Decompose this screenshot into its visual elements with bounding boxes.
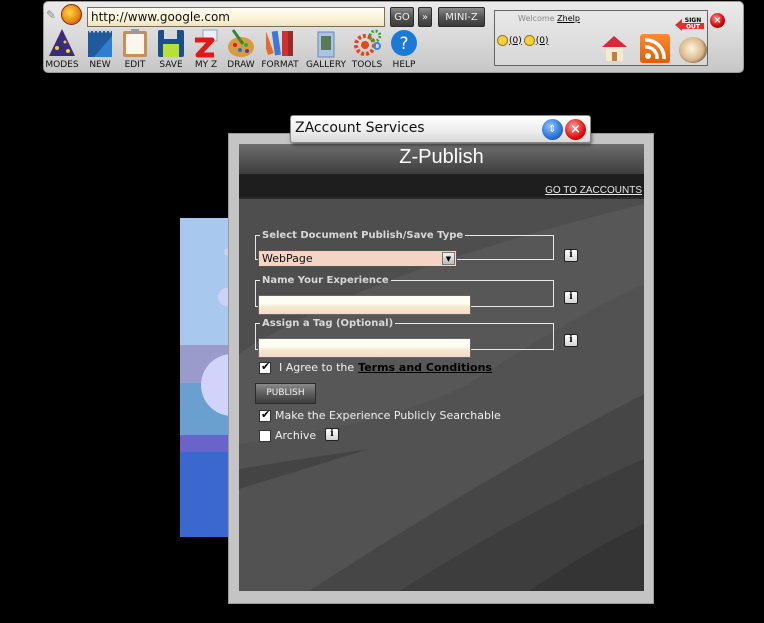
publish-type-select[interactable]: WebPage ▼ xyxy=(258,250,457,267)
tool-label: MODES xyxy=(45,60,79,70)
archive-info-button[interactable]: i xyxy=(325,428,339,441)
dialog-subbar: GO TO ZACCOUNTS xyxy=(239,174,644,199)
chevron-down-icon[interactable]: ▼ xyxy=(442,252,455,265)
app-logo-icon[interactable] xyxy=(61,4,82,25)
bee-count-link[interactable]: (0) xyxy=(509,36,522,46)
home-icon[interactable] xyxy=(599,33,629,63)
name-legend: Name Your Experience xyxy=(262,275,389,286)
publish-type-group: Select Document Publish/Save Type WebPag… xyxy=(255,230,554,267)
dialog-body: Z-Publish GO TO ZACCOUNTS Select Documen… xyxy=(239,144,644,591)
tool-edit[interactable]: EDIT xyxy=(120,28,150,72)
archive-label: Archive xyxy=(275,429,317,442)
sky-area xyxy=(180,218,232,345)
wizard-hat-icon xyxy=(49,29,75,56)
paint-palette-icon xyxy=(228,29,254,57)
pin-icon[interactable]: ✎ xyxy=(46,8,58,22)
sea-area xyxy=(180,452,232,537)
welcome-label: Welcome xyxy=(518,14,555,23)
user-panel: Welcome Zhelp (0) (0) SIGN OUT xyxy=(494,10,708,66)
minimize-toggle-icon[interactable]: ⇕ xyxy=(542,119,563,140)
my-z-icon xyxy=(195,29,218,58)
go-button[interactable]: GO xyxy=(390,7,414,27)
notification-counts: (0) (0) xyxy=(497,35,551,46)
agree-label: I Agree to the xyxy=(279,361,355,374)
avatar-icon[interactable] xyxy=(679,37,707,63)
tool-draw[interactable]: DRAW xyxy=(226,28,256,72)
tag-info-button[interactable]: i xyxy=(564,334,578,347)
tool-modes[interactable]: MODES xyxy=(44,28,80,72)
searchable-label: Make the Experience Publicly Searchable xyxy=(275,409,501,422)
tool-label: MY Z xyxy=(194,60,218,70)
notebook-icon xyxy=(88,29,112,57)
dialog-window-title: ZAccount Services xyxy=(295,120,425,136)
gallery-folder-icon xyxy=(317,31,335,58)
tool-label: TOOLS xyxy=(351,60,383,70)
tool-label: NEW xyxy=(89,60,111,70)
tag-legend: Assign a Tag (Optional) xyxy=(262,318,394,329)
main-toolbar: ✎ GO » MINI-Z MODES NEW EDIT SAVE MY Z xyxy=(43,1,744,73)
more-button[interactable]: » xyxy=(418,7,432,27)
background-canvas-image xyxy=(180,218,232,537)
tool-my-z[interactable]: MY Z xyxy=(192,28,220,72)
dialog-titlebar[interactable]: ZAccount Services ⇕ × xyxy=(290,115,591,143)
tool-save[interactable]: SAVE xyxy=(156,28,186,72)
publish-type-legend: Select Document Publish/Save Type xyxy=(262,230,464,241)
color-swatch-icon xyxy=(266,30,293,56)
sign-out-bottom-text: OUT xyxy=(686,24,701,31)
clipboard-icon xyxy=(123,29,147,57)
go-to-zaccounts-link[interactable]: GO TO ZACCOUNTS xyxy=(545,185,642,196)
tool-help[interactable]: ? HELP xyxy=(390,28,418,72)
mini-z-button[interactable]: MINI-Z xyxy=(438,7,485,27)
agree-row: I Agree to the Terms and Conditions xyxy=(259,360,492,374)
tool-label: GALLERY xyxy=(305,60,347,70)
url-input[interactable] xyxy=(87,7,385,27)
tool-label: EDIT xyxy=(124,60,146,70)
tool-format[interactable]: FORMAT xyxy=(261,28,299,72)
help-icon: ? xyxy=(391,30,417,56)
searchable-row: Make the Experience Publicly Searchable xyxy=(259,408,501,422)
archive-row: Archive xyxy=(259,429,316,442)
zpublish-dialog: Z-Publish GO TO ZACCOUNTS Select Documen… xyxy=(228,133,654,604)
tool-new[interactable]: NEW xyxy=(86,28,114,72)
message-bee-icon xyxy=(523,35,535,46)
svg-text:?: ? xyxy=(399,34,408,54)
bee-icon xyxy=(497,35,508,46)
close-icon[interactable]: × xyxy=(565,119,586,140)
floppy-disk-icon xyxy=(158,30,184,57)
message-count-link[interactable]: (0) xyxy=(536,36,549,46)
name-info-button[interactable]: i xyxy=(564,291,578,304)
rss-icon[interactable] xyxy=(640,34,670,63)
experience-name-input[interactable] xyxy=(258,295,471,315)
terms-link[interactable]: Terms and Conditions xyxy=(358,361,492,374)
name-group: Name Your Experience xyxy=(255,275,554,315)
publish-button[interactable]: PUBLISH xyxy=(255,383,316,404)
tool-tools[interactable]: TOOLS xyxy=(350,28,384,72)
dialog-header: Z-Publish xyxy=(239,144,644,174)
sign-out-icon[interactable]: SIGN OUT xyxy=(675,15,705,31)
tool-label: FORMAT xyxy=(261,60,299,70)
username-link[interactable]: Zhelp xyxy=(557,14,580,23)
welcome-text: Welcome Zhelp xyxy=(518,14,580,23)
publish-type-info-button[interactable]: i xyxy=(564,249,578,262)
tool-gallery[interactable]: GALLERY xyxy=(306,28,346,72)
tag-group: Assign a Tag (Optional) xyxy=(255,318,554,358)
tag-input[interactable] xyxy=(258,338,471,358)
tool-label: DRAW xyxy=(227,60,255,70)
publish-type-value: WebPage xyxy=(262,252,313,265)
close-app-icon[interactable]: × xyxy=(710,13,725,28)
tool-label: SAVE xyxy=(159,60,183,70)
searchable-checkbox[interactable] xyxy=(259,408,271,422)
dialog-header-title: Z-Publish xyxy=(399,146,484,168)
tool-label: HELP xyxy=(392,60,416,70)
purple-band xyxy=(180,435,232,452)
gears-icon xyxy=(354,29,381,56)
archive-checkbox[interactable] xyxy=(259,429,271,442)
agree-checkbox[interactable] xyxy=(259,360,271,374)
